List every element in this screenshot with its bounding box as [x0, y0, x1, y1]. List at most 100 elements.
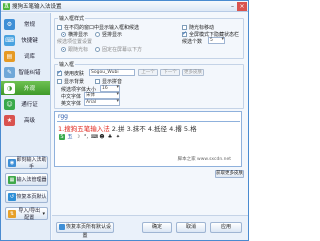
shirt-icon: ♣ — [107, 134, 113, 140]
window-title: 搜狗五笔输入法设置 — [12, 4, 62, 10]
preview-divider — [57, 121, 240, 122]
prev-skin-button[interactable]: 上一个 — [138, 69, 158, 76]
user-icon: ☻ — [99, 134, 105, 140]
ime-manager-button-label: 输入法管理器 — [16, 177, 47, 183]
radio[interactable] — [61, 47, 66, 52]
tool-icon: ✦ — [115, 134, 121, 140]
en-font-select[interactable]: Arial — [84, 99, 120, 106]
skin-name-field[interactable]: Sogou_Wubi — [89, 69, 135, 76]
option-label: 随光标移动 — [189, 25, 215, 31]
sidebar-item-hotkeys[interactable]: ⌨ 快捷键 — [1, 33, 50, 47]
next-skin-button[interactable]: 下一个 — [160, 69, 180, 76]
chevron-down-icon: ▾ — [42, 210, 45, 217]
manager-icon: ▦ — [8, 175, 16, 184]
sidebar-item-passport[interactable]: ☺ 通行证 — [1, 97, 50, 111]
candidate-item: 2.拼 — [111, 125, 125, 133]
radio[interactable] — [95, 47, 100, 52]
checkbox[interactable] — [57, 69, 62, 76]
sidebar-item-label: 词库 — [23, 54, 35, 60]
keyboard-icon: ⌨ — [4, 34, 15, 46]
hide-window-option[interactable]: 在不同的窗口中显示输入框和候选 — [57, 24, 139, 31]
import-export-button[interactable]: ⇅ 导入/导出配置 ▾ — [5, 207, 48, 221]
apply-button[interactable]: 应用 — [210, 222, 242, 233]
sidebar-item-label: 快捷键 — [21, 38, 38, 44]
sidebar-item-lexicon[interactable]: ▤ 词库 — [1, 49, 50, 63]
vertical-radio[interactable]: 竖排显示 — [95, 31, 122, 38]
main-panel: 输入框样式 在不同的窗口中显示输入框和候选 随光标移动 横排显示 竖排显示 全屏… — [52, 13, 248, 240]
option-label: 竖排显示 — [102, 32, 123, 38]
ime-manager-button[interactable]: ▦ 输入法管理器 — [5, 173, 48, 186]
candidate-item: 4.抵径 — [147, 125, 168, 133]
position-label: 候选项位置设置 — [57, 39, 93, 45]
fixed-radio[interactable]: 固定在屏幕以下方 — [95, 46, 142, 53]
skin-preview: rgg 1.搜狗五笔输入法 2.拼 3.抹不 4.抵径 4.撂 5.格 S 五 … — [54, 111, 242, 167]
restore-icon: ↺ — [8, 192, 16, 201]
option-label: 显示背景 — [64, 79, 85, 85]
import-export-icon: ⇅ — [8, 209, 16, 218]
preview-candidates: 1.搜狗五笔输入法 2.拼 3.抹不 4.抵径 4.撂 5.格 — [58, 123, 197, 133]
horizontal-radio[interactable]: 横排显示 — [61, 31, 88, 38]
lexicon-icon: ▤ — [4, 50, 15, 62]
en-font-label: 英文字体 — [61, 101, 82, 107]
sidebar-item-label: 常规 — [23, 22, 35, 28]
advanced-icon: ★ — [4, 114, 15, 126]
assistant-icon: ◉ — [8, 158, 16, 167]
preview-pinyin: rgg — [58, 113, 68, 120]
assistant-button-label: 即刻输入法助手 — [16, 156, 47, 170]
checkbox[interactable] — [57, 79, 62, 84]
sidebar-item-appearance[interactable]: ◑ 外观 — [1, 81, 50, 95]
minimize-button[interactable]: – — [228, 2, 237, 11]
checkbox[interactable] — [95, 79, 100, 84]
title-bar: 五 搜狗五笔输入法设置 – × — [1, 1, 248, 12]
general-icon: ⚙ — [4, 18, 15, 30]
correction-icon: ✎ — [4, 66, 15, 78]
app-logo-icon: 五 — [3, 2, 10, 10]
settings-window: 五 搜狗五笔输入法设置 – × ⚙ 常规 ⌨ 快捷键 ▤ 词库 ✎ 智能纠错 ◑… — [0, 0, 249, 241]
follow-radio[interactable]: 跟随光标 — [61, 46, 88, 53]
cancel-button[interactable]: 取消 — [176, 222, 206, 233]
assistant-button[interactable]: ◉ 即刻输入法助手 — [5, 156, 48, 170]
option-label: 横排显示 — [68, 32, 89, 38]
restore-icon — [58, 223, 65, 230]
cand-count-text: 候选个数 — [182, 39, 203, 45]
cn-font-select[interactable]: 宋体 — [84, 92, 120, 99]
restore-page-default-button[interactable]: ↺ 恢复本页默认 — [5, 190, 48, 203]
use-skin-option[interactable]: 使用皮肤 — [57, 69, 85, 77]
option-label: 跟随光标 — [68, 47, 89, 53]
radio[interactable] — [95, 32, 100, 37]
candidate-item: 3.抹不 — [126, 125, 146, 133]
checkbox[interactable] — [182, 30, 187, 37]
restore-all-label: 恢复本页所有默认设置 — [65, 224, 111, 239]
moon-icon: ☽ — [75, 134, 81, 140]
sidebar-item-correction[interactable]: ✎ 智能纠错 — [1, 65, 50, 79]
option-label: 在不同的窗口中显示输入框和候选 — [64, 25, 140, 31]
more-skins-button[interactable]: 更多皮肤 — [182, 69, 204, 76]
option-label: 显示拼音 — [102, 79, 123, 85]
candidate-item: 5.格 — [183, 125, 197, 133]
option-label: 使用皮肤 — [64, 71, 85, 77]
appearance-icon: ◑ — [4, 82, 15, 94]
punct-icon: °, — [83, 134, 89, 140]
sidebar: ⚙ 常规 ⌨ 快捷键 ▤ 词库 ✎ 智能纠错 ◑ 外观 ☺ 通行证 ★ 高级 ◉ — [1, 13, 51, 240]
preview-status-bar: S 五 ☽ °, ⌨ ☻ ♣ ✦ — [59, 134, 121, 140]
candidate-item: 4.撂 — [169, 125, 182, 133]
passport-icon: ☺ — [4, 98, 15, 110]
sidebar-item-label: 外观 — [23, 86, 35, 92]
keyboard-icon: ⌨ — [91, 134, 99, 140]
group-title: 输入框样式 — [58, 15, 86, 22]
sidebar-item-label: 通行证 — [21, 102, 38, 108]
get-more-skins-button[interactable]: 获取更多皮肤 — [215, 170, 244, 178]
show-background-option[interactable]: 显示背景 — [57, 78, 84, 85]
candidate-item: 1.搜狗五笔输入法 — [58, 125, 110, 133]
restore-page-default-label: 恢复本页默认 — [16, 194, 47, 200]
sidebar-item-advanced[interactable]: ★ 高级 — [1, 113, 50, 127]
group-title: 输入框 — [58, 61, 76, 68]
sidebar-item-general[interactable]: ⚙ 常规 — [1, 17, 50, 31]
radio[interactable] — [61, 32, 66, 37]
cand-count-select[interactable]: 5 — [208, 37, 225, 44]
restore-all-defaults-button[interactable]: 恢复本页所有默认设置 — [56, 222, 114, 239]
close-button[interactable]: × — [237, 1, 247, 11]
ok-button[interactable]: 确定 — [142, 222, 172, 233]
checkbox[interactable] — [57, 25, 62, 30]
cand-count-label: 候选个数 — [182, 38, 202, 45]
